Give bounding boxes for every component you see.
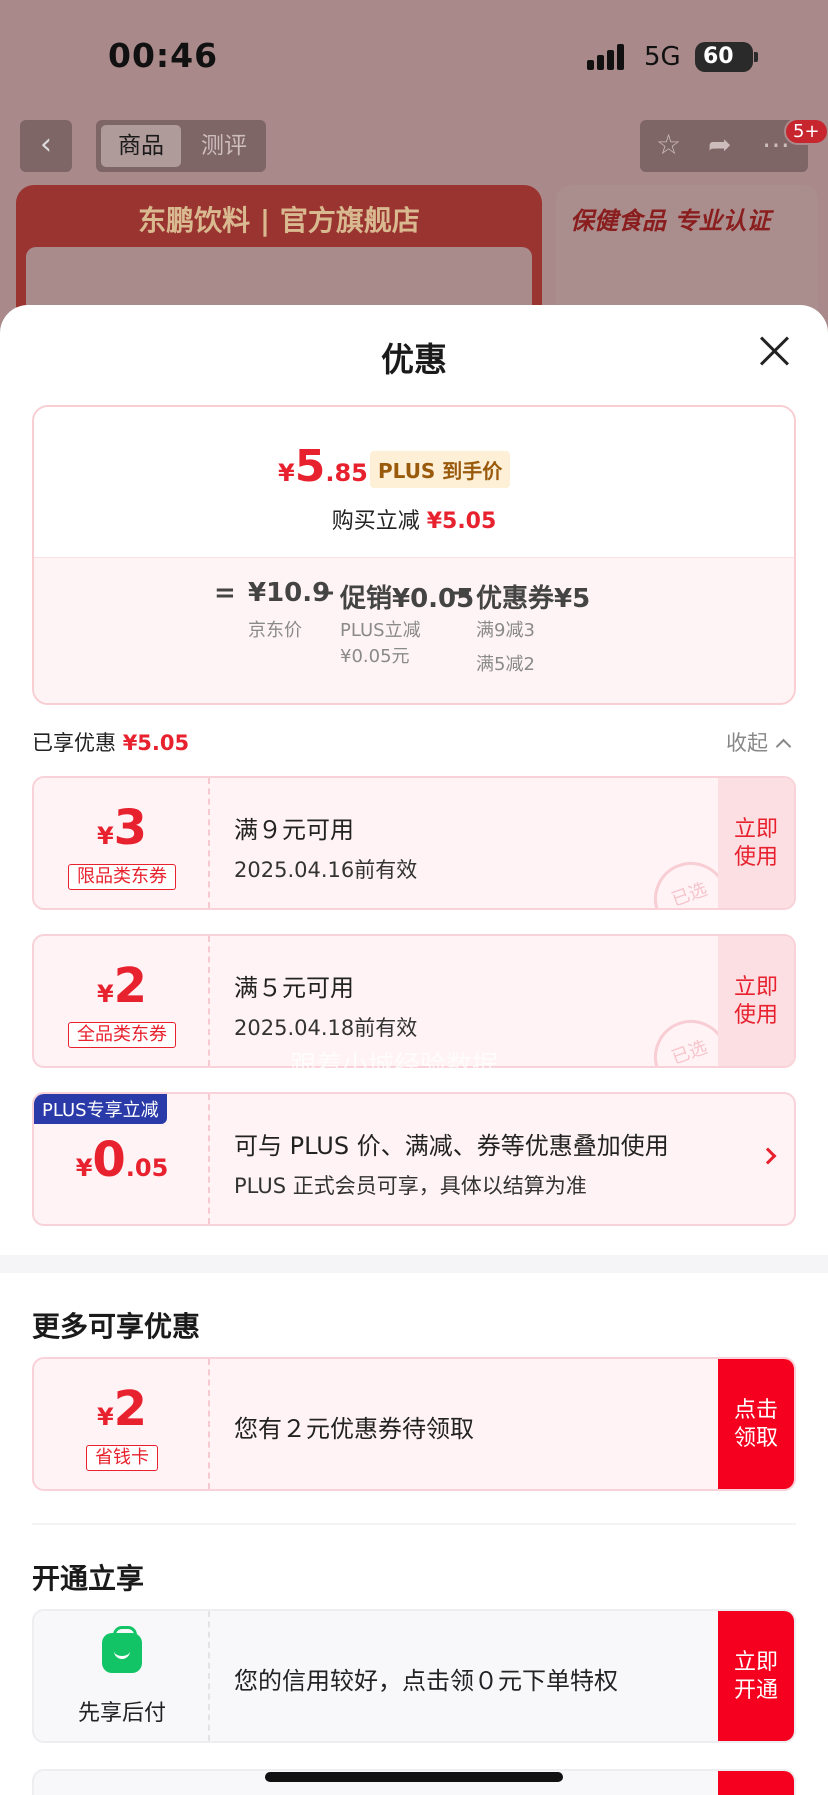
- shopping-bag-icon: [102, 1626, 142, 1673]
- pay-later-card[interactable]: 先享后付 您的信用较好，点击领０元下单特权 立即 开通: [32, 1609, 796, 1743]
- coupon-expiry: 2025.04.16前有效: [234, 858, 418, 882]
- signal-icon: [587, 44, 631, 70]
- coupon-discount: 优惠券¥5: [476, 584, 591, 614]
- chevron-up-icon: [775, 738, 792, 755]
- coupon-card[interactable]: ¥3 限品类东券 满９元可用 2025.04.16前有效 已选 立即 使用: [32, 776, 796, 910]
- claim-button[interactable]: 点击 领取: [718, 1359, 794, 1489]
- collapse-button[interactable]: 收起: [726, 727, 792, 757]
- pay-later-label: 先享后付: [77, 1701, 166, 1726]
- plus-card-sub: PLUS 正式会员可享，具体以结算为准: [234, 1174, 587, 1198]
- card-type-tag: 省钱卡: [86, 1445, 158, 1471]
- use-now-button[interactable]: 立即 使用: [718, 778, 794, 908]
- final-price: ¥5.85: [278, 441, 368, 492]
- nav-tabs: 商品 测评: [96, 120, 266, 172]
- coupon-type-tag: 全品类东券: [68, 1022, 176, 1048]
- plus-discount-card[interactable]: ¥0.05 PLUS专享立减 可与 PLUS 价、满减、券等优惠叠加使用 PLU…: [32, 1092, 796, 1226]
- share-icon[interactable]: ➦: [708, 128, 731, 161]
- network-type: 5G: [644, 42, 681, 72]
- status-time: 00:46: [108, 36, 219, 75]
- background-page: 00:46 5G 60 ‹ 商品 测评 ☆ ➦ ⋯ 5+ 东鹏饮料 | 官方旗舰…: [0, 0, 828, 367]
- coupon-condition: 满５元可用: [234, 974, 354, 1002]
- section-divider: [0, 1255, 828, 1273]
- activate-button[interactable]: 立即 开通: [718, 1611, 794, 1741]
- enjoyed-discount: 已享优惠 ¥5.05: [32, 731, 190, 755]
- store-title: 东鹏饮料 | 官方旗舰店: [138, 204, 420, 237]
- use-now-button[interactable]: 立即 使用: [718, 936, 794, 1066]
- nav-actions: ☆ ➦ ⋯: [640, 120, 808, 172]
- discount-sheet: 优惠 ¥5.85 PLUS 到手价 购买立减 ¥5.05 = ¥10.9 京东价…: [0, 305, 828, 1795]
- sheet-title: 优惠: [381, 340, 447, 379]
- instant-reduction: 购买立减 ¥5.05: [331, 509, 497, 534]
- battery-icon: 60: [695, 42, 758, 72]
- plus-flag: PLUS专享立减: [34, 1094, 167, 1124]
- close-icon[interactable]: [758, 335, 790, 367]
- pay-later-title: 您的信用较好，点击领０元下单特权: [234, 1667, 618, 1695]
- savings-card[interactable]: ¥2 省钱卡 您有２元优惠券待领取 点击 领取: [32, 1357, 796, 1491]
- coupon-type-tag: 限品类东券: [68, 864, 176, 890]
- price-summary: ¥5.85 PLUS 到手价 购买立减 ¥5.05 = ¥10.9 京东价 − …: [32, 405, 796, 705]
- status-bar: 00:46 5G 60: [0, 30, 828, 84]
- more-discounts-title: 更多可享优惠: [32, 1310, 201, 1343]
- home-indicator: [265, 1772, 563, 1782]
- tab-product[interactable]: 商品: [101, 125, 181, 167]
- back-button[interactable]: ‹: [20, 120, 72, 172]
- chevron-right-icon: [759, 1147, 777, 1165]
- savings-card-title: 您有２元优惠券待领取: [234, 1415, 474, 1443]
- plus-price-tag: PLUS 到手价: [370, 451, 511, 488]
- open-privilege-title: 开通立享: [32, 1562, 145, 1595]
- message-badge: 5+: [784, 118, 828, 145]
- coupon-expiry: 2025.04.18前有效: [234, 1016, 418, 1040]
- star-icon[interactable]: ☆: [656, 128, 681, 161]
- watermark-text: 跟着小城经验数据: [290, 1051, 499, 1081]
- price-formula: = ¥10.9 京东价 − 促销¥0.05 PLUS立减 ¥0.05元 − 优惠…: [34, 557, 794, 703]
- plus-card-title: 可与 PLUS 价、满减、券等优惠叠加使用: [234, 1132, 669, 1160]
- tab-review[interactable]: 测评: [184, 125, 264, 167]
- coupon-condition: 满９元可用: [234, 816, 354, 844]
- promo-title: 保健食品 专业认证: [570, 207, 771, 235]
